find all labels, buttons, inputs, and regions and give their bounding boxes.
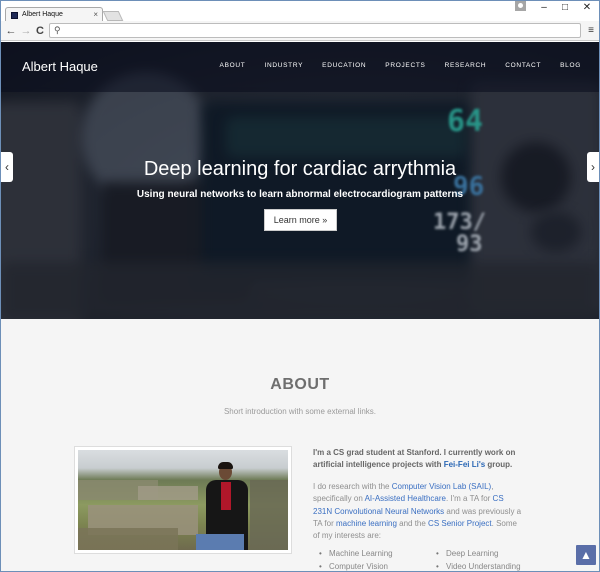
- scroll-to-top-button[interactable]: ▲: [576, 545, 596, 565]
- nav-contact[interactable]: CONTACT: [505, 62, 541, 69]
- close-window-button[interactable]: ✕: [577, 1, 597, 15]
- back-icon[interactable]: ←: [4, 23, 18, 39]
- tab-close-icon[interactable]: ×: [93, 10, 98, 19]
- carousel-next-icon[interactable]: ›: [587, 152, 599, 182]
- menu-icon[interactable]: ≡: [585, 23, 597, 39]
- fei-fei-li-link[interactable]: Fei-Fei Li's: [444, 460, 485, 469]
- site-nav: ABOUT INDUSTRY EDUCATION PROJECTS RESEAR…: [220, 62, 581, 69]
- nav-about[interactable]: ABOUT: [220, 62, 246, 69]
- title-bar: Albert Haque × – □ ✕: [1, 1, 599, 22]
- about-body: I do research with the Computer Vision L…: [313, 482, 522, 541]
- hero-subtitle: Using neural networks to learn abnormal …: [136, 189, 464, 200]
- browser-tab[interactable]: Albert Haque ×: [5, 7, 103, 22]
- site-brand[interactable]: Albert Haque: [22, 59, 98, 74]
- computer-vision-lab-link[interactable]: Computer Vision Lab (SAIL): [392, 482, 491, 491]
- hero-title: Deep learning for cardiac arrythmia: [143, 158, 457, 180]
- url-input[interactable]: [64, 25, 574, 36]
- nav-blog[interactable]: BLOG: [560, 62, 581, 69]
- favicon-icon: [11, 12, 18, 19]
- cs-senior-project-link[interactable]: CS Senior Project: [428, 519, 492, 528]
- user-profile-icon[interactable]: [515, 1, 526, 11]
- forward-icon[interactable]: →: [19, 23, 33, 39]
- about-section: ABOUT Short introduction with some exter…: [1, 319, 599, 572]
- list-item: Computer Vision: [319, 561, 429, 572]
- browser-toolbar: ← → C ⚲ ≡: [1, 21, 599, 41]
- page-viewport: 64 96 173/ 93 Albert Haque ABOUT INDUSTR…: [1, 42, 599, 572]
- nav-research[interactable]: RESEARCH: [445, 62, 487, 69]
- browser-window: Albert Haque × – □ ✕ ← → C ⚲ ≡ 64 96 173…: [0, 0, 600, 572]
- about-subtitle: Short introduction with some external li…: [223, 407, 377, 416]
- ai-healthcare-link[interactable]: AI-Assisted Healthcare: [365, 494, 446, 503]
- hero-carousel: 64 96 173/ 93 Albert Haque ABOUT INDUSTR…: [1, 42, 599, 319]
- search-icon: ⚲: [54, 25, 61, 35]
- list-item: Video Understanding: [436, 561, 546, 572]
- carousel-prev-icon[interactable]: ‹: [1, 152, 13, 182]
- learn-more-button[interactable]: Learn more »: [264, 209, 337, 231]
- about-lead: I'm a CS grad student at Stanford. I cur…: [313, 448, 516, 469]
- machine-learning-link[interactable]: machine learning: [336, 519, 397, 528]
- about-text: I'm a CS grad student at Stanford. I cur…: [313, 447, 523, 542]
- new-tab-button[interactable]: [102, 11, 124, 21]
- nav-industry[interactable]: INDUSTRY: [264, 62, 303, 69]
- list-item: Deep Learning: [436, 548, 546, 561]
- address-bar[interactable]: ⚲: [49, 23, 581, 38]
- about-title: ABOUT: [270, 376, 330, 393]
- list-item: Machine Learning: [319, 548, 429, 561]
- tab-title: Albert Haque: [22, 11, 63, 18]
- nav-education[interactable]: EDUCATION: [322, 62, 366, 69]
- minimize-button[interactable]: –: [534, 1, 554, 15]
- reload-icon[interactable]: C: [33, 23, 47, 39]
- maximize-button[interactable]: □: [555, 1, 575, 15]
- nav-projects[interactable]: PROJECTS: [385, 62, 425, 69]
- profile-photo: [74, 446, 292, 554]
